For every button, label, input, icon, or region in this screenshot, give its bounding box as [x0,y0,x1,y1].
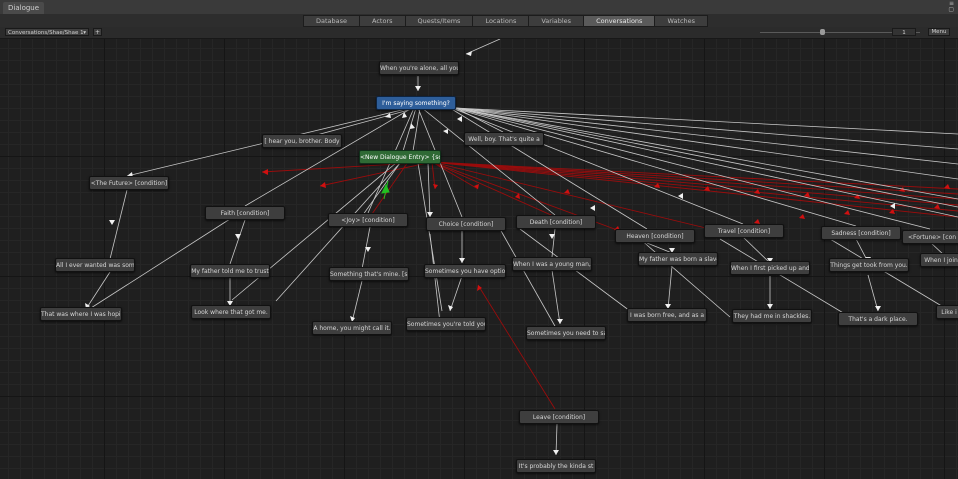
window-title-tab[interactable]: Dialogue [3,2,45,14]
tab-quests-items[interactable]: Quests/Items [404,15,474,27]
dialogue-node[interactable]: When you're alone, all you [379,61,459,75]
dialogue-node[interactable]: A home, you might call it. [312,321,392,335]
dialogue-node[interactable]: When I first picked up and [730,261,810,275]
main-tab-bar: Database Actors Quests/Items Locations V… [0,14,958,27]
dialogue-node[interactable]: My father was born a slave [638,252,718,266]
conversation-select-label: Conversations/Shae/Shae 1 [8,30,84,36]
selected-dialogue-node[interactable]: <New Dialogue Entry> {scr [359,150,441,164]
dialogue-node[interactable]: Things get took from you. [829,258,909,272]
dialogue-node[interactable]: Choice [condition] [426,217,506,231]
start-dialogue-node[interactable]: I'm saying something? [376,96,456,110]
dialogue-node[interactable]: They had me in shackles. [732,309,812,323]
tab-database[interactable]: Database [303,15,361,27]
tab-locations[interactable]: Locations [472,15,530,27]
zoom-slider-thumb[interactable] [820,29,825,35]
node-editor-canvas[interactable]: When you're alone, all you I'm saying so… [0,39,958,479]
window-controls-icon[interactable]: ≡ ▢ [948,1,954,13]
dialogue-node[interactable]: That was where I was hopin [40,307,122,321]
tab-variables[interactable]: Variables [528,15,585,27]
window-titlebar: Dialogue ≡ ▢ [0,0,958,15]
cross-links [261,161,958,410]
tab-conversations[interactable]: Conversations [583,15,656,27]
dialogue-node[interactable]: Travel [condition] [704,224,784,238]
dialogue-node[interactable]: Like i [936,305,958,319]
dialogue-node[interactable]: Look where that got me. [191,305,271,319]
dialogue-node[interactable]: When I was a young man, it [512,257,592,271]
dialogue-node[interactable]: Death [condition] [516,215,596,229]
dialogue-node[interactable]: All I ever wanted was some [55,258,135,272]
chevron-down-icon: ▾ [83,30,86,36]
dialogue-node[interactable]: Well, boy. That's quite a [464,132,544,146]
dialogue-node[interactable]: <Fortune> [con [902,230,958,244]
conversation-toolbar: Conversations/Shae/Shae 1 ▾ + 1 Menu [0,27,958,39]
dialogue-node[interactable]: Something that's mine. [sn [329,267,409,281]
dialogue-node[interactable]: Sometimes you have options [424,264,506,278]
dialogue-node[interactable]: My father told me to trust [190,264,270,278]
tab-watches[interactable]: Watches [654,15,709,27]
dialogue-node[interactable]: I was born free, and as a [627,308,707,322]
dialogue-node[interactable]: Heaven [condition] [615,229,695,243]
menu-button[interactable]: Menu [928,28,950,36]
dialogue-node[interactable]: <The Future> [condition] [89,176,169,190]
add-conversation-button[interactable]: + [93,28,102,36]
dialogue-node[interactable]: Faith [condition] [205,206,285,220]
dialogue-node[interactable]: Sometimes you're told you [406,317,486,331]
dialogue-node[interactable]: It's probably the kinda st [516,459,596,473]
white-links [79,39,958,456]
node-links-layer [79,39,958,456]
dialogue-node[interactable]: Sometimes you need to salt [526,326,606,340]
tab-actors[interactable]: Actors [359,15,406,27]
dialogue-node[interactable]: When I join [920,253,958,267]
conversation-select[interactable]: Conversations/Shae/Shae 1 ▾ [5,28,89,36]
tab-group: Database Actors Quests/Items Locations V… [303,15,709,27]
zoom-value-field[interactable]: 1 [892,28,916,36]
dialogue-node[interactable]: Leave [condition] [519,410,599,424]
dialogue-node[interactable]: That's a dark place. [838,312,918,326]
dialogue-node[interactable]: [ hear you, brother. Body [262,134,342,148]
dialogue-node[interactable]: Sadness [condition] [821,226,901,240]
dialogue-node[interactable]: <Joy> [condition] [328,213,408,227]
